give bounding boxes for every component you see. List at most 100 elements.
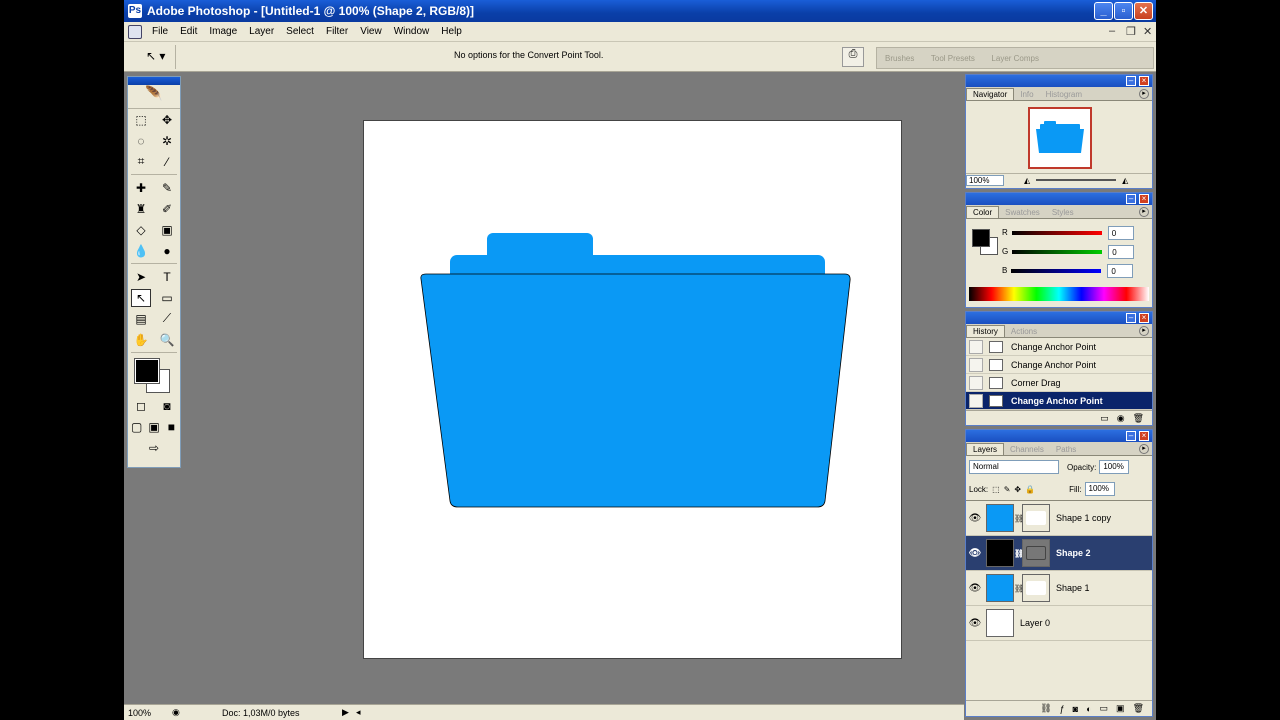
menu-image[interactable]: Image <box>203 26 243 37</box>
zoom-out-icon[interactable]: ◭ <box>1024 176 1030 185</box>
doc-minimize-icon[interactable]: – <box>1109 25 1115 37</box>
menu-view[interactable]: View <box>354 26 388 37</box>
layer-row-shape-1[interactable]: 👁 ⛓ Shape 1 <box>966 571 1152 606</box>
panel-close-icon[interactable]: × <box>1139 194 1149 204</box>
document-canvas[interactable] <box>363 120 902 659</box>
history-snapshot-checkbox[interactable] <box>969 375 983 390</box>
visibility-eye-icon[interactable]: 👁 <box>966 513 984 524</box>
value-g[interactable]: 0 <box>1108 244 1135 259</box>
visibility-eye-icon[interactable]: 👁 <box>966 548 984 559</box>
lock-position-icon[interactable]: ✥ <box>1014 485 1021 494</box>
layer-row-shape-1-copy[interactable]: 👁 ⛓ Shape 1 copy <box>966 501 1152 536</box>
mask-link-icon[interactable]: ⛓ <box>1014 549 1024 558</box>
history-brush-icon[interactable]: ✐ <box>157 200 177 218</box>
menu-help[interactable]: Help <box>435 26 468 37</box>
full-screen-menu-icon[interactable]: ▣ <box>145 418 162 436</box>
tab-styles[interactable]: Styles <box>1046 207 1080 218</box>
vector-mask-thumbnail[interactable] <box>1022 504 1050 532</box>
tab-histogram[interactable]: Histogram <box>1040 89 1088 100</box>
history-item[interactable]: Change Anchor Point <box>966 338 1152 356</box>
history-snapshot-checkbox[interactable] <box>969 393 983 408</box>
blur-tool-icon[interactable]: 💧 <box>131 242 151 260</box>
navigator-zoom-slider[interactable] <box>1036 179 1117 181</box>
layer-style-icon[interactable]: ƒ <box>1060 704 1065 714</box>
tab-navigator[interactable]: Navigator <box>966 88 1015 100</box>
fill-field[interactable]: 100% <box>1084 482 1115 496</box>
zoom-in-icon[interactable]: ◭ <box>1122 176 1128 185</box>
lock-transparency-icon[interactable]: ⬚ <box>992 485 1000 494</box>
delete-layer-icon[interactable]: 🗑 <box>1133 703 1144 714</box>
crop-tool-icon[interactable]: ⌗ <box>131 153 151 171</box>
maximize-button[interactable]: ▫ <box>1114 2 1133 20</box>
panel-menu-icon[interactable]: ▸ <box>1139 89 1149 99</box>
doc-close-icon[interactable]: ✕ <box>1143 25 1152 38</box>
slice-tool-icon[interactable]: ⁄ <box>157 153 177 171</box>
slider-r[interactable] <box>1011 230 1102 235</box>
shape-tool-icon[interactable]: ▭ <box>157 289 177 307</box>
history-item[interactable]: Change Anchor Point <box>966 356 1152 374</box>
toolbox-header[interactable] <box>128 77 180 85</box>
panel-minimize-icon[interactable]: – <box>1126 431 1136 441</box>
menu-file[interactable]: File <box>146 26 174 37</box>
opacity-field[interactable]: 100% <box>1099 460 1130 474</box>
panel-menu-icon[interactable]: ▸ <box>1139 326 1149 336</box>
lock-image-icon[interactable]: ✎ <box>1004 485 1011 494</box>
scroll-left-icon[interactable]: ◂ <box>356 707 361 718</box>
history-item-selected[interactable]: Change Anchor Point <box>966 392 1152 410</box>
panel-menu-icon[interactable]: ▸ <box>1139 444 1149 454</box>
clone-stamp-icon[interactable]: ♜ <box>131 200 151 218</box>
panel-header[interactable]: – × <box>966 312 1152 324</box>
add-mask-icon[interactable]: ◙ <box>1073 704 1078 714</box>
navigator-proxy-view[interactable] <box>1028 107 1092 169</box>
feather-logo[interactable]: 🪶 <box>128 85 180 109</box>
jump-to-imageready-icon[interactable]: ⇨ <box>144 439 164 457</box>
tab-actions[interactable]: Actions <box>1005 326 1043 337</box>
link-layers-icon[interactable]: ⛓ <box>1040 703 1051 714</box>
zoom-tool-icon[interactable]: 🔍 <box>157 331 177 349</box>
panel-menu-icon[interactable]: ▸ <box>1139 207 1149 217</box>
brush-tool-icon[interactable]: ✎ <box>157 179 177 197</box>
healing-brush-icon[interactable]: ✚ <box>131 179 151 197</box>
doc-restore-icon[interactable]: ❐ <box>1126 25 1136 38</box>
tab-history[interactable]: History <box>966 325 1005 337</box>
path-selection-icon[interactable]: ➤ <box>131 268 151 286</box>
foreground-color-swatch[interactable] <box>134 358 160 384</box>
slider-g[interactable] <box>1012 249 1103 254</box>
visibility-eye-icon[interactable]: 👁 <box>966 583 984 594</box>
well-brushes[interactable]: Brushes <box>885 54 914 63</box>
tab-paths[interactable]: Paths <box>1050 444 1082 455</box>
menu-layer[interactable]: Layer <box>243 26 280 37</box>
minimize-button[interactable]: _ <box>1094 2 1113 20</box>
panel-minimize-icon[interactable]: – <box>1126 313 1136 323</box>
vector-mask-thumbnail[interactable] <box>1022 539 1050 567</box>
panel-header[interactable]: – × <box>966 430 1152 442</box>
vector-mask-thumbnail[interactable] <box>1022 574 1050 602</box>
status-arrow-icon[interactable]: ▶ <box>342 707 349 718</box>
navigator-zoom-field[interactable]: 100% <box>966 174 1004 186</box>
tab-channels[interactable]: Channels <box>1004 444 1050 455</box>
zoom-level[interactable]: 100% <box>128 708 151 718</box>
panel-minimize-icon[interactable]: – <box>1126 76 1136 86</box>
eyedropper-tool-icon[interactable]: ⟋ <box>157 310 177 328</box>
dodge-tool-icon[interactable]: ● <box>157 242 177 260</box>
full-screen-icon[interactable]: ■ <box>163 418 180 436</box>
new-group-icon[interactable]: ▭ <box>1100 703 1109 714</box>
visibility-eye-icon[interactable]: 👁 <box>966 618 984 629</box>
tab-info[interactable]: Info <box>1014 89 1039 100</box>
slider-b[interactable] <box>1011 268 1102 273</box>
history-item[interactable]: Corner Drag <box>966 374 1152 392</box>
convert-point-tool-icon[interactable]: ↖ <box>131 288 151 307</box>
layer-row-layer-0[interactable]: 👁 Layer 0 <box>966 606 1152 641</box>
value-r[interactable]: 0 <box>1107 225 1134 240</box>
well-layer-comps[interactable]: Layer Comps <box>991 54 1039 63</box>
history-snapshot-checkbox[interactable] <box>969 357 983 372</box>
trash-icon[interactable]: 🗑 <box>1133 413 1144 424</box>
panel-minimize-icon[interactable]: – <box>1126 194 1136 204</box>
mask-link-icon[interactable]: ⛓ <box>1014 584 1024 593</box>
panel-header[interactable]: – × <box>966 193 1152 205</box>
tab-color[interactable]: Color <box>966 206 1000 218</box>
history-snapshot-checkbox[interactable] <box>969 339 983 354</box>
new-snapshot-icon[interactable]: ◉ <box>1117 413 1125 424</box>
blend-mode-select[interactable]: Normal <box>969 460 1059 474</box>
panel-close-icon[interactable]: × <box>1139 76 1149 86</box>
